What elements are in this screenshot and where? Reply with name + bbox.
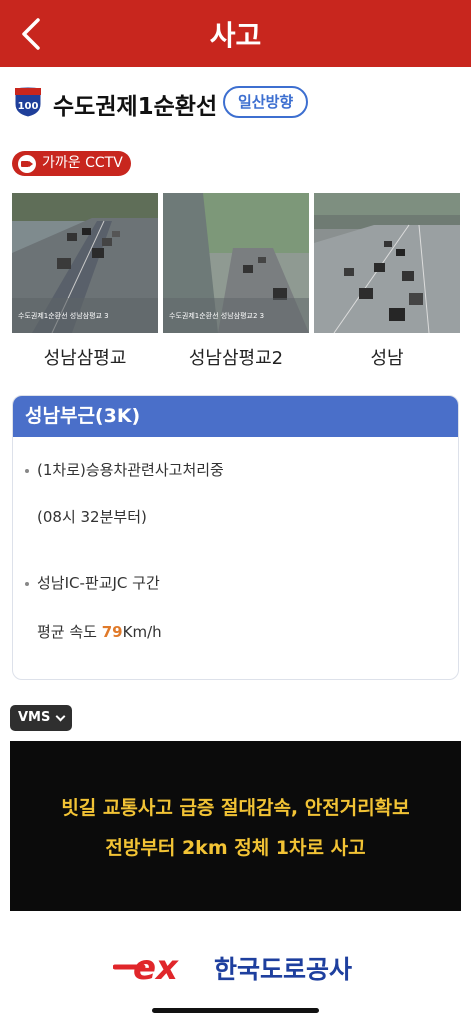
- cctv-image: 수도권제1순환선 성남삼평교 3: [12, 193, 158, 333]
- avg-speed-value: 79: [101, 623, 123, 641]
- road-name: 수도권제1순환선: [53, 94, 218, 120]
- route-shield-icon: 100: [14, 86, 42, 118]
- camera-icon: [18, 154, 36, 173]
- avg-speed-unit: Km/h: [122, 623, 162, 641]
- incident-section: 성남IC-판교JC 구간: [37, 574, 160, 592]
- chevron-down-icon: [55, 711, 66, 721]
- ex-logo: ex 한국도로공사: [112, 947, 363, 988]
- vms-board: 빗길 교통사고 급증 절대감속, 안전거리확보 전방부터 2km 정체 1차로 …: [10, 741, 461, 911]
- vms-line-2: 전방부터 2km 정체 1차로 사고: [105, 837, 366, 859]
- cctv-image: [314, 193, 460, 333]
- avg-speed-row: 평균 속도 79Km/h: [37, 621, 162, 642]
- nearby-cctv-chip: 가까운 CCTV: [12, 151, 131, 176]
- cctv-label-1: 성남삼평교: [43, 348, 127, 369]
- cctv-label-2: 성남삼평교2: [188, 348, 284, 369]
- incident-title: 성남부근(3K): [13, 396, 458, 437]
- nearby-cctv-label: 가까운 CCTV: [42, 155, 123, 171]
- vms-dropdown[interactable]: VMS: [10, 705, 73, 731]
- app-header: 사고: [0, 0, 471, 67]
- direction-badge: 일산방향: [223, 86, 309, 118]
- incident-detail: (1차로)승용차관련사고처리중: [37, 461, 224, 479]
- cctv-overlay-text: 수도권제1순환선 성남삼평교 3: [18, 311, 109, 320]
- cctv-label-3: 성남: [370, 348, 404, 369]
- vms-label: VMS: [18, 710, 51, 725]
- svg-text:ex: ex: [133, 948, 179, 987]
- bullet-icon: [25, 468, 29, 473]
- vms-line-1: 빗길 교통사고 급증 절대감속, 안전거리확보: [61, 797, 410, 819]
- cctv-thumbnail-3[interactable]: [314, 193, 460, 333]
- ex-logo-mark: ex: [112, 948, 179, 988]
- logo-text: 한국도로공사: [214, 955, 353, 984]
- cctv-image: 수도권제1순환선 성남삼평교2 3: [163, 193, 309, 333]
- road-info-row: 100 수도권제1순환선 일산방향: [13, 84, 453, 120]
- bullet-icon: [25, 581, 29, 586]
- cctv-thumbnail-1[interactable]: 수도권제1순환선 성남삼평교 3: [12, 193, 158, 333]
- cctv-thumbnail-2[interactable]: 수도권제1순환선 성남삼평교2 3: [163, 193, 309, 333]
- incident-since: (08시 32분부터): [37, 508, 147, 526]
- incident-detail-row: (1차로)승용차관련사고처리중: [25, 459, 224, 480]
- incident-card: 성남부근(3K) (1차로)승용차관련사고처리중 (08시 32분부터) 성남I…: [12, 395, 459, 680]
- page-title: 사고: [209, 19, 262, 52]
- route-number: 100: [18, 101, 39, 112]
- incident-section-row: 성남IC-판교JC 구간: [25, 572, 160, 593]
- home-indicator: [152, 1008, 319, 1013]
- cctv-overlay-text: 수도권제1순환선 성남삼평교2 3: [169, 311, 264, 320]
- avg-speed-label: 평균 속도: [37, 623, 97, 641]
